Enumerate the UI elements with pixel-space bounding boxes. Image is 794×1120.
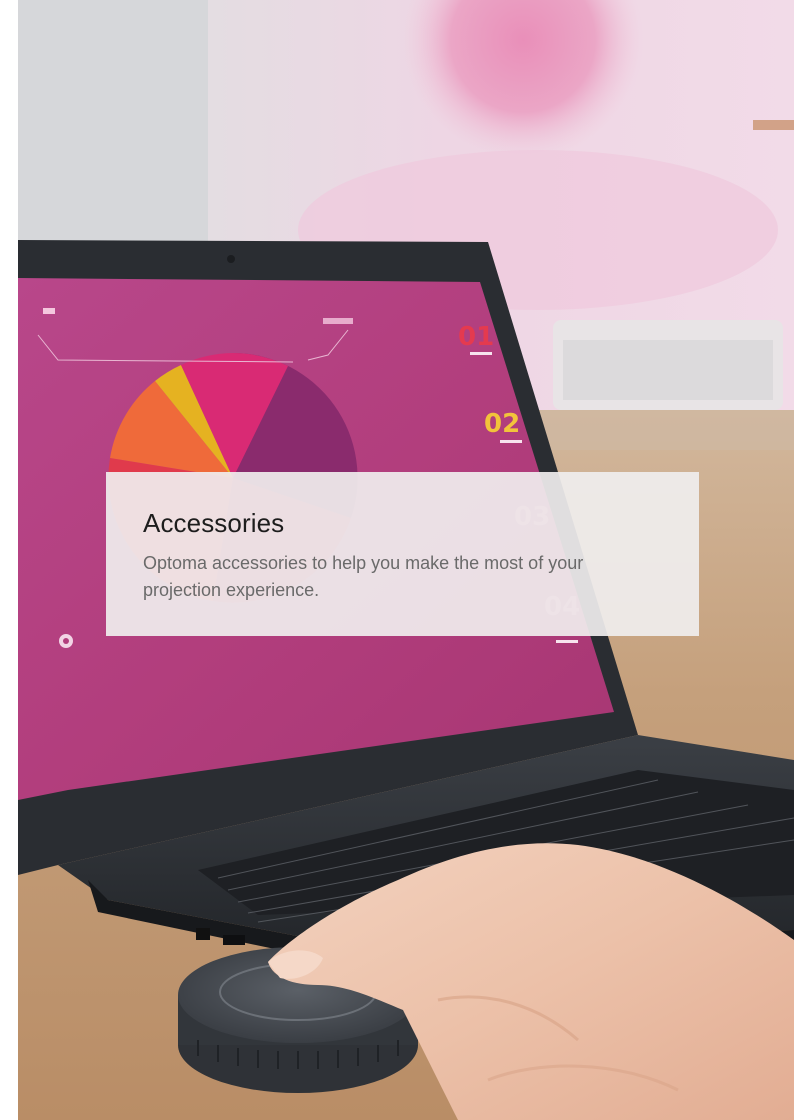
page-description: Optoma accessories to help you make the … [143,553,584,600]
info-panel: Accessories Optoma accessories to help y… [106,472,699,636]
svg-text:02: 02 [484,409,520,439]
page-title: Accessories [143,508,285,538]
page: 01 02 03 04 [0,0,794,1120]
svg-text:01: 01 [458,322,494,352]
